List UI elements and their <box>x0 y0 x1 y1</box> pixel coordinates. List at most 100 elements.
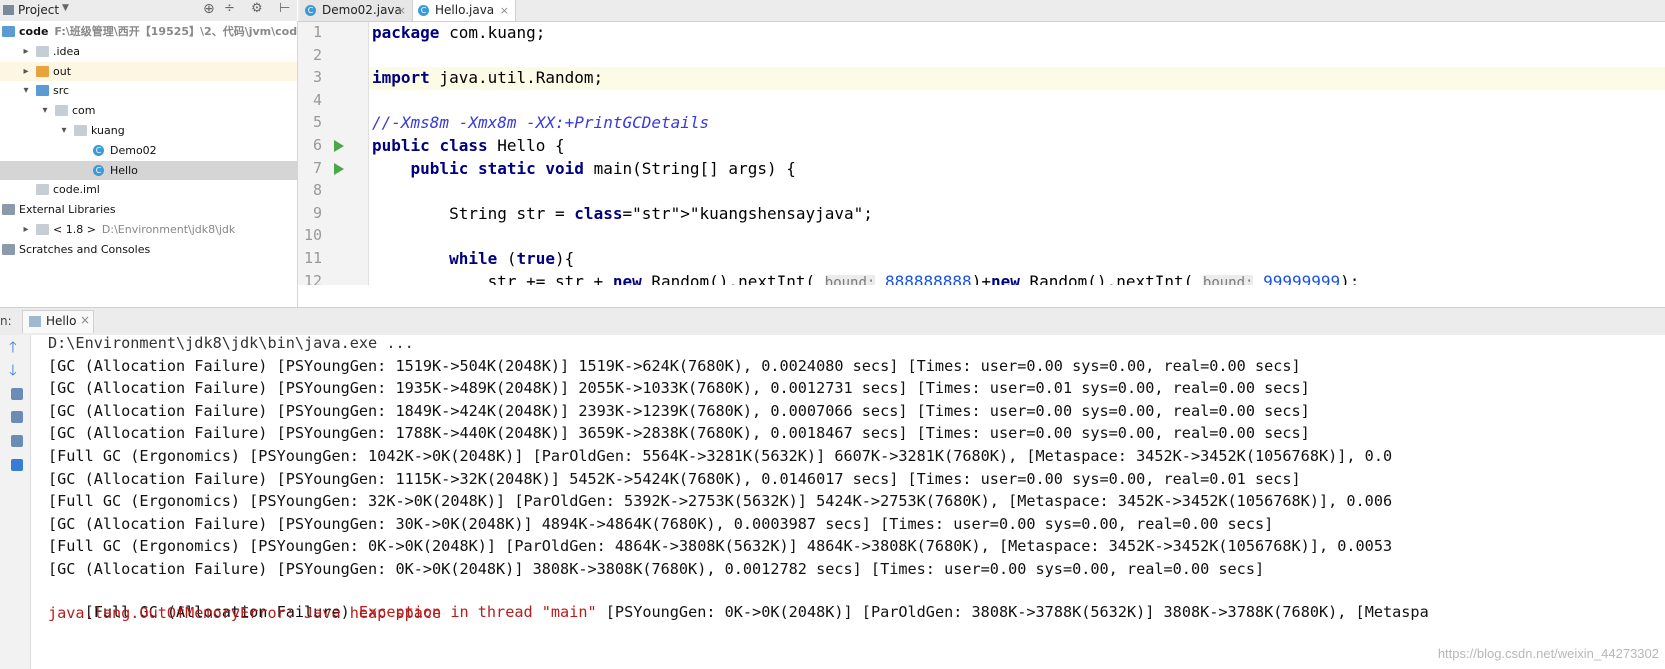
tree-item[interactable]: C Hello <box>0 160 297 180</box>
tree-item[interactable]: ▾ com <box>0 101 297 120</box>
tree-item[interactable]: C Demo02 <box>0 141 297 160</box>
jdk-icon <box>36 224 49 235</box>
line-number: 2 <box>312 45 322 64</box>
tree-item-label: External Libraries <box>19 203 116 217</box>
project-panel-header: Project ▼ ⊕ ÷ ⚙ ⊢ <box>0 0 297 22</box>
code-line: import java.util.Random; <box>372 68 604 88</box>
iml-file-icon <box>36 184 49 196</box>
run-tab-hello[interactable]: Hello × <box>22 310 94 333</box>
tree-item[interactable]: External Libraries <box>0 200 297 219</box>
tree-item-path: F:\班级管理\西开【19525】\2、代码\jvm\code <box>54 25 298 38</box>
code-line: public class Hello { <box>372 136 565 155</box>
tree-item[interactable]: ▾ kuang <box>0 121 297 140</box>
tree-item[interactable]: code F:\班级管理\西开【19525】\2、代码\jvm\code <box>0 22 297 41</box>
gear-icon[interactable]: ⚙ <box>251 1 263 16</box>
console-line-mixed: [Full GC (Allocation Failure) Exception … <box>48 579 1429 621</box>
tab-demo02[interactable]: C Demo02.java × <box>300 0 413 21</box>
project-view-icon <box>3 5 14 15</box>
line-number: 11 <box>303 249 322 267</box>
tree-item[interactable]: ▸ < 1.8 > D:\Environment\jdk8\jdk <box>0 220 297 239</box>
folder-blue-icon <box>36 85 49 97</box>
line-number: 12 <box>303 271 322 285</box>
run-config-icon <box>29 316 41 327</box>
tree-item-label: Hello <box>110 163 138 177</box>
tree-item-label: code <box>19 25 49 38</box>
library-icon <box>2 204 15 216</box>
line-number: 8 <box>312 181 322 200</box>
line-number: 10 <box>303 226 322 245</box>
arrow-down-icon[interactable]: 🡓 <box>9 360 17 385</box>
package-icon <box>74 125 87 136</box>
chevron-right-icon[interactable]: ▸ <box>21 220 31 239</box>
tree-item[interactable]: ▸ .idea <box>0 42 297 61</box>
console-gc-line: [Full GC (Ergonomics) [PSYoungGen: 32K->… <box>48 492 1393 511</box>
code-line: package com.kuang; <box>372 23 546 42</box>
chevron-down-icon[interactable]: ▾ <box>40 101 50 120</box>
line-number: 7 <box>312 158 322 177</box>
run-tool-window-header: n: Hello × <box>0 307 1665 336</box>
run-label: n: <box>0 314 12 328</box>
chevron-down-icon[interactable]: ▾ <box>21 81 31 100</box>
tree-item-label: kuang <box>91 124 125 137</box>
tree-item-label: out <box>53 64 72 78</box>
code-line: //-Xms8m -Xmx8m -XX:+PrintGCDetails <box>372 113 710 133</box>
scratch-icon <box>2 243 15 255</box>
project-dropdown-icon[interactable]: ▼ <box>62 3 69 13</box>
console-gc-line: [GC (Allocation Failure) [PSYoungGen: 0K… <box>48 560 1265 578</box>
code-editor[interactable]: package com.kuang; import java.util.Rando… <box>369 22 1665 285</box>
chevron-right-icon[interactable]: ▸ <box>21 62 31 81</box>
editor-gutter: 1 2 3 4 5 6 7 8 9 10 11 12 <box>298 22 369 285</box>
tab-hello-label: Hello.java <box>435 3 495 17</box>
line-number: 3 <box>312 68 322 87</box>
tree-item-label: src <box>53 84 70 98</box>
chevron-down-icon[interactable]: ▾ <box>59 121 69 140</box>
console-gc-line: [Full GC (Ergonomics) [PSYoungGen: 0K->0… <box>48 537 1393 556</box>
code-line: str += str + new Random().nextInt( bound… <box>372 271 1359 285</box>
tree-item-label: com <box>72 104 96 118</box>
tab-demo02-label: Demo02.java <box>322 3 402 17</box>
close-icon[interactable]: × <box>397 0 406 21</box>
java-class-icon: C <box>305 5 316 16</box>
chevron-right-icon[interactable]: ▸ <box>21 42 31 61</box>
arrow-up-icon[interactable]: 🡑 <box>9 337 17 362</box>
scroll-to-end-icon[interactable] <box>11 411 23 423</box>
collapse-icon[interactable]: ÷ <box>224 1 235 16</box>
editor-tab-bar: C Demo02.java × C Hello.java × <box>298 0 1665 22</box>
line-number: 1 <box>312 23 322 41</box>
sync-icon[interactable]: ⊕ <box>203 1 215 17</box>
console-command-line: D:\Environment\jdk8\jdk\bin\java.exe ... <box>48 335 414 352</box>
line-number: 6 <box>312 136 322 154</box>
run-gutter-icon[interactable] <box>334 140 344 152</box>
code-line: public static void main(String[] args) { <box>410 158 796 178</box>
tree-item[interactable]: code.iml <box>0 180 297 199</box>
tab-hello[interactable]: C Hello.java × <box>412 0 516 21</box>
print-icon[interactable] <box>11 435 23 447</box>
close-icon[interactable]: × <box>80 313 90 327</box>
line-number: 4 <box>312 90 322 109</box>
close-icon[interactable]: × <box>500 0 509 21</box>
project-title[interactable]: Project <box>18 3 59 17</box>
trash-icon[interactable] <box>11 459 23 471</box>
console-gc-line: [GC (Allocation Failure) [PSYoungGen: 11… <box>48 469 1301 488</box>
hide-icon[interactable]: ⊢ <box>279 1 290 16</box>
console-gc-line: [GC (Allocation Failure) [PSYoungGen: 19… <box>48 379 1310 398</box>
soft-wrap-icon[interactable] <box>11 388 23 400</box>
java-class-icon: C <box>93 164 104 176</box>
tree-item-path: D:\Environment\jdk8\jdk <box>101 223 236 236</box>
console-gc-line: [GC (Allocation Failure) [PSYoungGen: 15… <box>48 356 1301 375</box>
package-icon <box>55 105 68 117</box>
console-gc-line: [GC (Allocation Failure) [PSYoungGen: 17… <box>48 424 1310 443</box>
run-gutter-icon[interactable] <box>334 162 344 175</box>
console-gc-line: [GC (Allocation Failure) [PSYoungGen: 30… <box>48 514 1274 533</box>
code-line: String str = class="str">"kuangshensayja… <box>372 203 873 223</box>
run-toolbar: 🡑 🡓 <box>0 335 31 669</box>
project-tree: code F:\班级管理\西开【19525】\2、代码\jvm\code ▸ .ide… <box>0 21 298 307</box>
console-output[interactable]: [Full GC (Allocation Failure) Exception … <box>31 335 1665 669</box>
tree-item[interactable]: ▸ out <box>0 61 297 81</box>
tree-item[interactable]: Scratches and Consoles <box>0 240 297 259</box>
run-tab-label: Hello <box>46 314 77 328</box>
console-gc-line: [Full GC (Ergonomics) [PSYoungGen: 1042K… <box>48 447 1393 465</box>
tree-item-label: code.iml <box>53 183 100 197</box>
tree-item[interactable]: ▾ src <box>0 81 297 100</box>
tree-item-label: .idea <box>53 44 81 58</box>
